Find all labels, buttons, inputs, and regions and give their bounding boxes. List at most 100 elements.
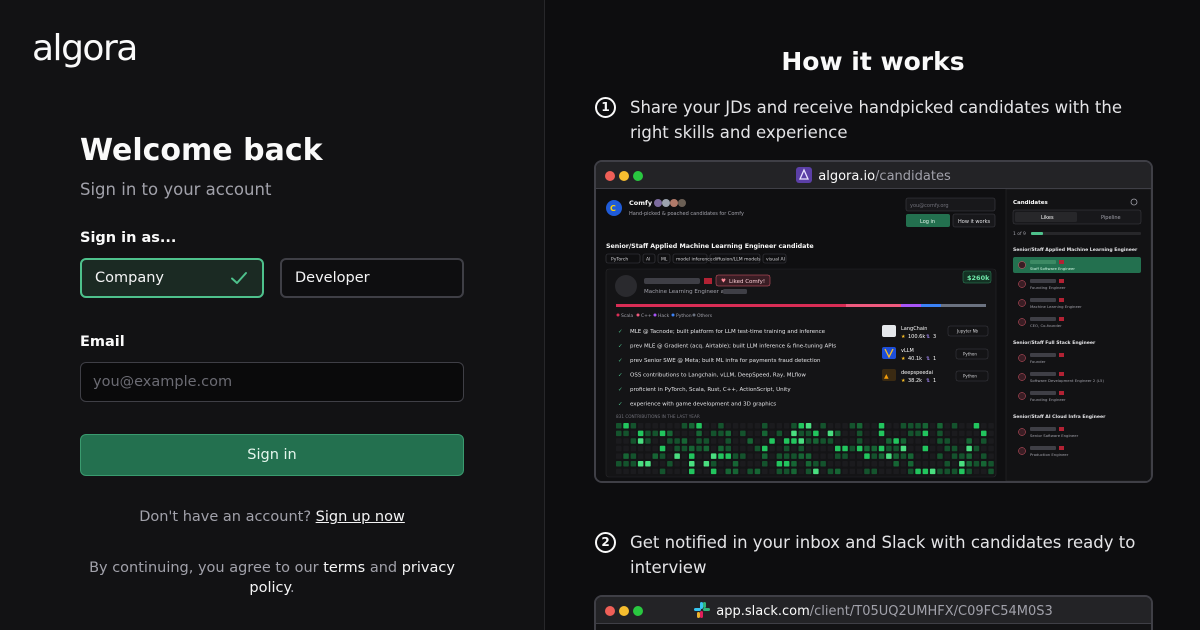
contribution-cell xyxy=(973,468,980,475)
role-developer-button[interactable]: Developer xyxy=(280,258,464,298)
contribution-cell xyxy=(922,430,929,437)
contribution-cell xyxy=(674,430,680,437)
contribution-cell xyxy=(667,430,673,437)
signup-link[interactable]: Sign up now xyxy=(316,509,405,525)
browser-toolbar: app.slack.com/client/T05UQ2UMHFX/C09FC54… xyxy=(596,597,1151,624)
contribution-cell xyxy=(915,438,921,444)
contribution-cell xyxy=(754,423,761,429)
contribution-cell xyxy=(856,453,863,459)
flag-icon xyxy=(1059,446,1064,450)
sidebar-title: Candidates xyxy=(1013,200,1048,206)
sidebar-progress xyxy=(1031,232,1141,235)
sidebar-candidate-role: Founder xyxy=(1030,359,1046,364)
algora-favicon-icon xyxy=(796,167,813,183)
contribution-cell xyxy=(769,438,775,444)
role-company-button[interactable]: Company xyxy=(80,258,264,298)
svg-text:♥: ♥ xyxy=(721,279,726,285)
contribution-cell xyxy=(813,423,819,429)
contribution-cell xyxy=(667,468,673,475)
contribution-cell xyxy=(944,438,950,444)
contribution-cell xyxy=(893,438,899,444)
contribution-cell xyxy=(754,438,761,444)
repo-name: LangChain xyxy=(901,326,927,332)
contribution-cell xyxy=(747,461,753,467)
how-it-works-title: How it works xyxy=(781,47,965,76)
contribution-cell xyxy=(747,423,753,429)
signin-button[interactable]: Sign in xyxy=(80,434,464,476)
contribution-cell xyxy=(988,438,994,444)
contribution-cell xyxy=(703,423,710,429)
repo-language: Python xyxy=(963,374,977,379)
check-icon: ✓ xyxy=(618,402,623,408)
contribution-cell xyxy=(791,423,797,429)
contribution-cell xyxy=(689,430,695,437)
repo-language: Jupyter Nb xyxy=(956,329,979,334)
contribution-cell xyxy=(783,453,790,459)
email-field[interactable] xyxy=(80,362,464,402)
contribution-cell xyxy=(937,453,943,459)
repo-language: Python xyxy=(963,352,977,357)
contribution-cell xyxy=(783,445,790,452)
contribution-cell xyxy=(718,438,724,444)
contribution-cell xyxy=(827,438,834,444)
contribution-cell xyxy=(783,423,790,429)
contribution-cell xyxy=(966,461,972,467)
repo-stars: 40.1k xyxy=(908,356,922,362)
contribution-cell xyxy=(652,468,658,475)
contribution-cell xyxy=(616,453,622,459)
contribution-cell xyxy=(827,468,834,475)
job-title: Senior/Staff Applied Machine Learning En… xyxy=(606,243,814,250)
contribution-cell xyxy=(718,468,724,475)
sidebar-candidate-role: Production Engineer xyxy=(1030,452,1069,457)
us-flag-icon xyxy=(704,278,712,284)
algora-logo[interactable]: algora xyxy=(32,28,138,69)
contribution-cell xyxy=(740,461,746,467)
contribution-cell xyxy=(681,445,688,452)
contribution-cell xyxy=(762,453,768,459)
contribution-cell xyxy=(878,423,885,429)
contribution-cell xyxy=(805,438,812,444)
contribution-cell xyxy=(710,453,717,459)
contribution-cell xyxy=(645,445,651,452)
contribution-cell xyxy=(754,453,761,459)
repo-prs: 3 xyxy=(933,334,936,340)
contribution-cell xyxy=(864,423,870,429)
contribution-cell xyxy=(959,430,965,437)
contribution-cell xyxy=(886,468,892,475)
contribution-cell xyxy=(798,438,804,444)
url-path: /candidates xyxy=(875,169,951,184)
contribution-cell xyxy=(981,468,987,475)
contribution-cell xyxy=(871,445,877,452)
contribution-cell xyxy=(747,445,753,452)
page-title: Welcome back xyxy=(80,133,323,168)
sidebar-candidate-role: CEO, Co-founder xyxy=(1030,323,1062,328)
contribution-cell xyxy=(805,430,812,437)
terms-link[interactable]: terms xyxy=(323,560,365,576)
mock-login-label: Log in xyxy=(920,219,935,225)
contribution-cell xyxy=(886,438,892,444)
contribution-cell xyxy=(893,445,899,452)
flag-icon xyxy=(1059,372,1064,376)
contribution-cell xyxy=(776,445,783,452)
check-icon: ✓ xyxy=(618,329,623,335)
contribution-cell xyxy=(674,461,680,467)
language-label: Others xyxy=(697,313,713,319)
browser-url: algora.io/candidates xyxy=(596,167,1151,184)
flag-icon xyxy=(1059,317,1064,321)
contribution-cell xyxy=(878,453,885,459)
company-name: Comfy xyxy=(629,199,653,207)
contribution-cell xyxy=(696,453,702,459)
contribution-cell xyxy=(871,423,877,429)
contribution-cell xyxy=(725,445,731,452)
repo-stars: 38.2k xyxy=(908,378,922,384)
heart-icon xyxy=(1018,392,1026,400)
contribution-cell xyxy=(944,468,950,475)
contribution-cell xyxy=(769,423,775,429)
contribution-cell xyxy=(703,445,710,452)
contribution-cell xyxy=(791,430,797,437)
contribution-cell xyxy=(776,423,783,429)
contribution-cell xyxy=(886,430,892,437)
contribution-cell xyxy=(966,468,972,475)
browser-url: app.slack.com/client/T05UQ2UMHFX/C09FC54… xyxy=(596,602,1151,619)
contribution-cell xyxy=(725,453,731,459)
